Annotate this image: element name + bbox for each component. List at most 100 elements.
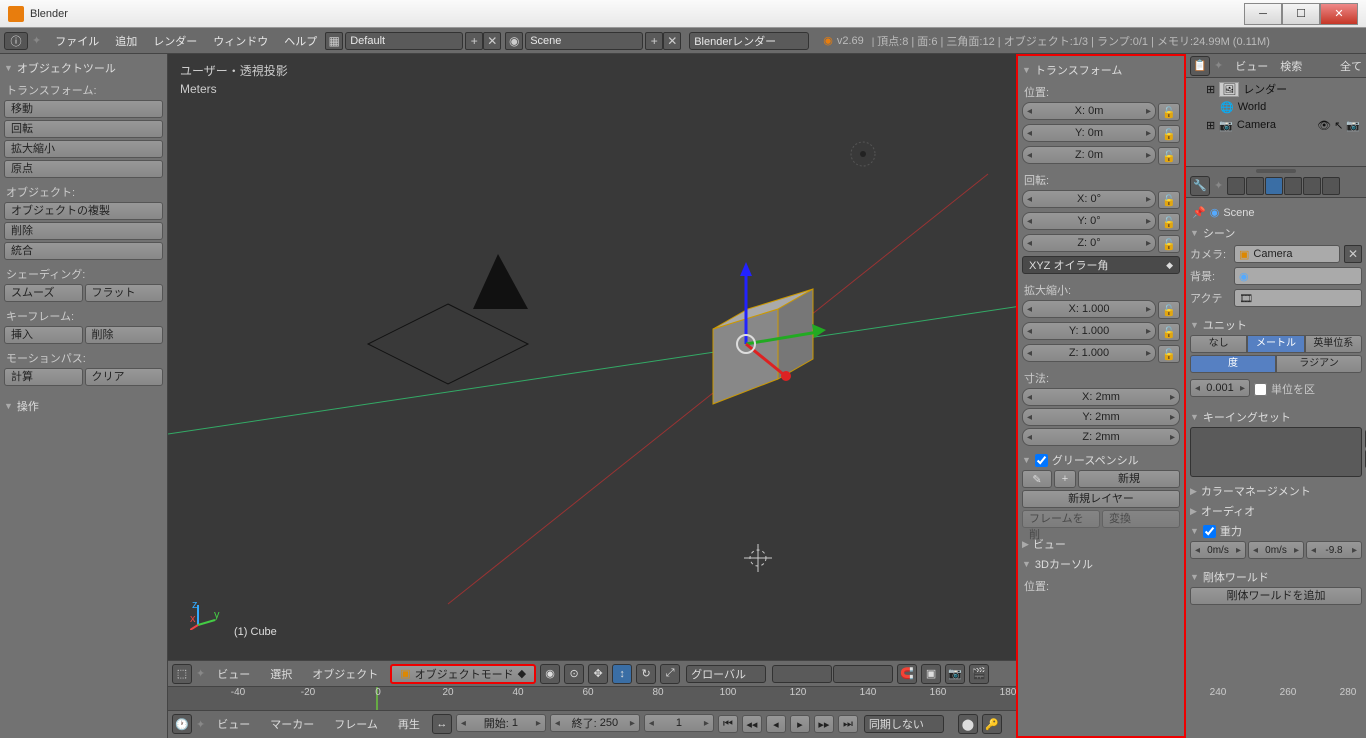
cursor-icon[interactable]: ↖ — [1334, 119, 1343, 132]
manipulator-translate[interactable]: ↕ — [612, 664, 632, 684]
lock-icon[interactable]: 🔓 — [1158, 147, 1180, 165]
pivot-selector[interactable]: ⊙ — [564, 664, 584, 684]
loc-y-field[interactable]: Y: 0m — [1022, 124, 1156, 142]
outliner-item-camera[interactable]: ⊞📷Camera👁↖📷 — [1206, 116, 1360, 134]
menu-window[interactable]: ウィンドウ — [205, 33, 276, 49]
dim-y-field[interactable]: Y: 2mm — [1022, 408, 1180, 426]
next-key-button[interactable]: ▸▸ — [814, 715, 834, 733]
rot-z-field[interactable]: Z: 0° — [1022, 234, 1156, 252]
unit-scale-field[interactable]: 0.001 — [1190, 379, 1250, 397]
screen-layout-field[interactable]: Default — [345, 32, 463, 50]
lock-icon[interactable]: 🔓 — [1158, 191, 1180, 209]
editor-type-icon[interactable]: ⬚ — [172, 664, 192, 684]
tl-menu-marker[interactable]: マーカー — [262, 716, 322, 732]
background-field[interactable]: ◉ — [1234, 267, 1362, 285]
lock-icon[interactable]: 🔓 — [1158, 235, 1180, 253]
unit-metric-toggle[interactable]: メートル — [1247, 335, 1304, 353]
use-preview-range[interactable]: ↔ — [432, 714, 452, 734]
gp-new-button[interactable]: 新規 — [1078, 470, 1180, 488]
render-preview[interactable]: 📷 — [945, 664, 965, 684]
transform-panel-header[interactable]: トランスフォーム — [1022, 60, 1180, 80]
flat-button[interactable]: フラット — [85, 284, 164, 302]
delete-button[interactable]: 削除 — [4, 222, 163, 240]
start-frame-field[interactable]: 開始: 1 — [456, 714, 546, 732]
eye-icon[interactable]: 👁 — [1317, 119, 1331, 132]
tab-object[interactable] — [1303, 177, 1321, 195]
sync-mode-selector[interactable]: 同期しない — [864, 715, 944, 733]
scene-breadcrumb[interactable]: 📌◉Scene — [1190, 202, 1362, 223]
lock-icon[interactable]: 🔓 — [1158, 301, 1180, 319]
object-tools-header[interactable]: オブジェクトツール — [4, 58, 163, 78]
render-anim[interactable]: 🎬 — [969, 664, 989, 684]
add-icon[interactable]: + — [1054, 470, 1076, 488]
scene-add-button[interactable]: + — [645, 32, 663, 50]
maximize-button[interactable]: ☐ — [1282, 3, 1320, 25]
keying-set-list[interactable]: + − — [1190, 427, 1362, 477]
end-frame-field[interactable]: 終了: 250 — [550, 714, 640, 732]
shading-selector[interactable]: ◉ — [540, 664, 560, 684]
render-engine-selector[interactable]: Blenderレンダー — [689, 32, 809, 50]
current-frame-field[interactable]: 1 — [644, 714, 714, 732]
colormgmt-panel-header[interactable]: カラーマネージメント — [1190, 481, 1362, 501]
outliner-tree[interactable]: ⊞🖼レンダー 🌐World ⊞📷Camera👁↖📷 — [1186, 78, 1366, 166]
loc-x-field[interactable]: X: 0m — [1022, 102, 1156, 120]
keying-panel-header[interactable]: キーイングセット — [1190, 407, 1362, 427]
audio-panel-header[interactable]: オーディオ — [1190, 501, 1362, 521]
lock-icon[interactable]: 🔓 — [1158, 213, 1180, 231]
operator-header[interactable]: 操作 — [4, 396, 163, 416]
snap-toggle[interactable]: 🧲 — [897, 664, 917, 684]
outliner-item-world[interactable]: 🌐World — [1220, 98, 1360, 116]
rigidworld-panel-header[interactable]: 剛体ワールド — [1190, 567, 1362, 587]
unit-radians-toggle[interactable]: ラジアン — [1276, 355, 1362, 373]
grav-x-field[interactable]: 0m/s — [1190, 541, 1246, 559]
scene-field[interactable]: Scene — [525, 32, 643, 50]
scene-panel-header[interactable]: シーン — [1190, 223, 1362, 243]
layout-add-button[interactable]: + — [465, 32, 483, 50]
active-clip-field[interactable]: 🎞 — [1234, 289, 1362, 307]
scrollbar[interactable] — [1256, 169, 1296, 173]
translate-button[interactable]: 移動 — [4, 100, 163, 118]
minimize-button[interactable]: ─ — [1244, 3, 1282, 25]
viewport-3d[interactable]: ユーザー・透視投影 Meters — [168, 54, 1016, 686]
mp-clear-button[interactable]: クリア — [85, 368, 164, 386]
prev-key-button[interactable]: ◂◂ — [742, 715, 762, 733]
pencil-icon[interactable]: ✎ — [1022, 470, 1052, 488]
close-button[interactable]: ✕ — [1320, 3, 1358, 25]
lock-icon[interactable]: 🔓 — [1158, 323, 1180, 341]
layout-browse-icon[interactable]: ▦ — [325, 32, 343, 50]
grease-pencil-header[interactable]: グリースペンシル — [1022, 450, 1180, 470]
dim-x-field[interactable]: X: 2mm — [1022, 388, 1180, 406]
scl-x-field[interactable]: X: 1.000 — [1022, 300, 1156, 318]
mp-calculate-button[interactable]: 計算 — [4, 368, 83, 386]
units-panel-header[interactable]: ユニット — [1190, 315, 1362, 335]
ol-filter[interactable]: 全て — [1340, 58, 1362, 74]
rot-y-field[interactable]: Y: 0° — [1022, 212, 1156, 230]
camera-icon[interactable]: 📷 — [1346, 119, 1360, 132]
unit-imperial-toggle[interactable]: 英単位系 — [1305, 335, 1362, 353]
join-button[interactable]: 統合 — [4, 242, 163, 260]
manipulator-toggle[interactable]: ✥ — [588, 664, 608, 684]
scene-remove-button[interactable]: ✕ — [663, 32, 681, 50]
properties-editor-type[interactable]: 🔧 — [1190, 176, 1210, 196]
duplicate-button[interactable]: オブジェクトの複製 — [4, 202, 163, 220]
scene-browse-icon[interactable]: ◉ — [505, 32, 523, 50]
loc-z-field[interactable]: Z: 0m — [1022, 146, 1156, 164]
grav-z-field[interactable]: -9.8 — [1306, 541, 1362, 559]
manipulator-scale[interactable]: ⤢ — [660, 664, 680, 684]
vp-menu-view[interactable]: ビュー — [209, 666, 258, 682]
rot-x-field[interactable]: X: 0° — [1022, 190, 1156, 208]
tab-world[interactable] — [1284, 177, 1302, 195]
smooth-button[interactable]: スムーズ — [4, 284, 83, 302]
key-remove-button[interactable]: 削除 — [85, 326, 164, 344]
tab-render[interactable] — [1227, 177, 1245, 195]
jump-start-button[interactable]: ⏮ — [718, 715, 738, 733]
manipulator-rotate[interactable]: ↻ — [636, 664, 656, 684]
tab-layers[interactable] — [1246, 177, 1264, 195]
mode-selector[interactable]: ▣ オブジェクトモード ◆ — [390, 664, 536, 684]
scl-z-field[interactable]: Z: 1.000 — [1022, 344, 1156, 362]
play-button[interactable]: ▸ — [790, 715, 810, 733]
layer-buttons[interactable] — [772, 665, 893, 683]
scale-button[interactable]: 拡大縮小 — [4, 140, 163, 158]
gp-newlayer-button[interactable]: 新規レイヤー — [1022, 490, 1180, 508]
grav-y-field[interactable]: 0m/s — [1248, 541, 1304, 559]
